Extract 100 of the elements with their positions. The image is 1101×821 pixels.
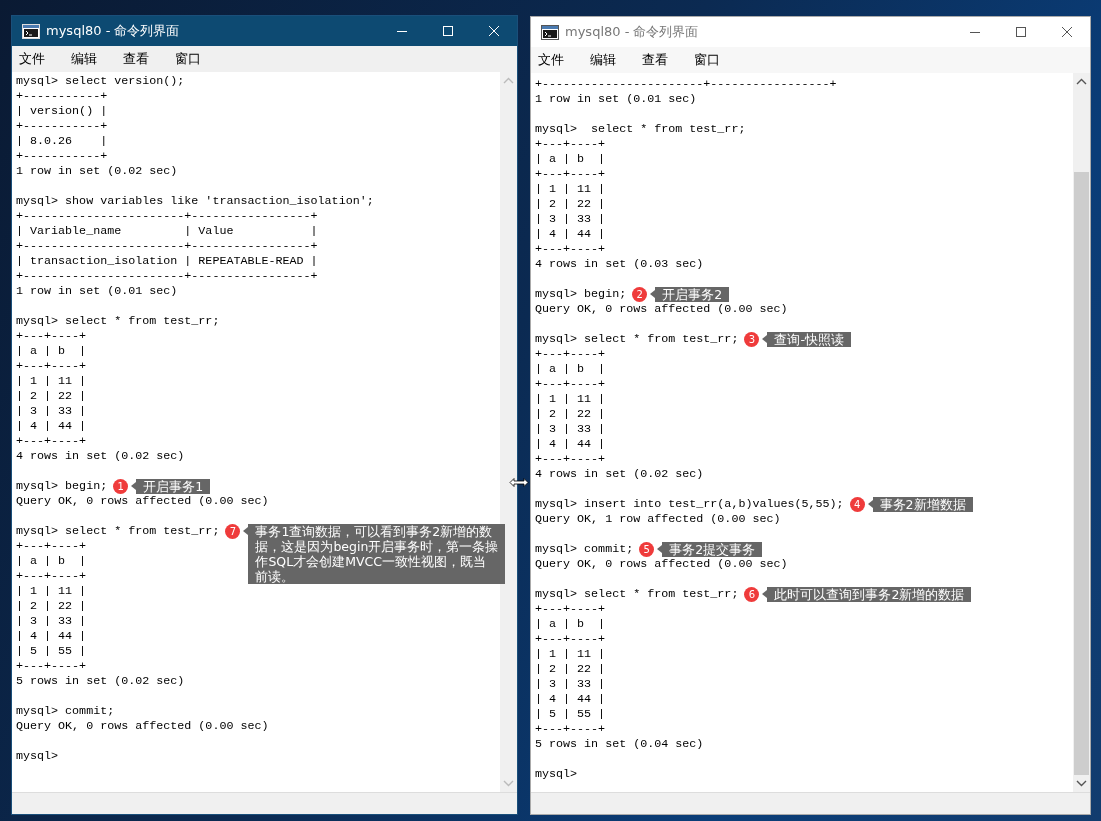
terminal-line: +-----------------------+-----------------+ (16, 269, 318, 284)
terminal-line: | 1 | 11 | (535, 182, 606, 197)
terminal-line: | 3 | 33 | (535, 212, 606, 227)
terminal-line: mysql> show variables like 'transaction_isolation'; (16, 194, 374, 209)
terminal-line: Query OK, 1 row affected (0.00 sec) (535, 512, 781, 527)
terminal-line: | a | b | (16, 344, 87, 359)
close-icon (1061, 26, 1073, 38)
step-badge: 1 (113, 479, 129, 494)
console-icon (541, 24, 559, 40)
callout-note: 查询-快照读 (762, 332, 851, 347)
terminal-line: | 4 | 44 | (16, 419, 87, 434)
chevron-down-icon (503, 780, 514, 787)
terminal-line: +---+----+ (16, 434, 87, 449)
step-badge: 2 (632, 287, 648, 302)
terminal-line: mysql> begin; (16, 479, 108, 494)
terminal-line: +---+----+ (535, 347, 606, 362)
menu-item[interactable]: 文件 (18, 50, 46, 68)
console-icon (22, 23, 40, 39)
terminal-line: +-----------+ (16, 119, 108, 134)
terminal-line: | 4 | 44 | (535, 437, 606, 452)
terminal-line: +---+----+ (535, 137, 606, 152)
terminal-line: +---+----+ (16, 569, 87, 584)
terminal-line: mysql> select version(); (16, 74, 185, 89)
terminal-line: mysql> select * from test_rr; (16, 314, 220, 329)
terminal-line: +---+----+ (16, 659, 87, 674)
close-icon (488, 25, 500, 37)
terminal-line: mysql> commit; (535, 542, 634, 557)
terminal-line: mysql> commit; (16, 704, 115, 719)
terminal-line: | 4 | 44 | (535, 227, 606, 242)
terminal-line: | 4 | 44 | (535, 692, 606, 707)
terminal-line: +---+----+ (535, 452, 606, 467)
step-badge: 6 (744, 587, 760, 602)
terminal-line: mysql> (16, 749, 59, 764)
step-badge: 7 (225, 524, 241, 539)
terminal-line: mysql> begin; (535, 287, 627, 302)
maximize-icon (442, 25, 454, 37)
terminal-line: 5 rows in set (0.02 sec) (16, 674, 185, 689)
terminal-line: | 2 | 22 | (535, 197, 606, 212)
callout-note: 事务2新增数据 (867, 497, 973, 512)
terminal-line: Query OK, 0 rows affected (0.00 sec) (535, 302, 788, 317)
maximize-icon (1015, 26, 1027, 38)
terminal-line: +---+----+ (16, 539, 87, 554)
terminal-line: +-----------------------+-----------------+ (16, 209, 318, 224)
terminal-line: | 8.0.26 | (16, 134, 108, 149)
terminal-line: | 3 | 33 | (535, 422, 606, 437)
terminal-line: | a | b | (535, 152, 606, 167)
terminal-line: | 5 | 55 | (535, 707, 606, 722)
terminal-line: | a | b | (16, 554, 87, 569)
chevron-up-icon (1076, 78, 1087, 85)
terminal-line: | 4 | 44 | (16, 629, 87, 644)
terminal-line: +---+----+ (535, 722, 606, 737)
menu-item[interactable]: 窗口 (174, 50, 202, 68)
terminal-line: | 3 | 33 | (16, 404, 87, 419)
window-title: mysql80 - 命令列界面 (46, 22, 180, 40)
terminal-line: +---+----+ (535, 242, 606, 257)
terminal-line: | a | b | (535, 617, 606, 632)
terminal-line: | a | b | (535, 362, 606, 377)
menu-item[interactable]: 编辑 (70, 50, 98, 68)
terminal-line: mysql> select * from test_rr; (535, 587, 739, 602)
terminal-line: Query OK, 0 rows affected (0.00 sec) (16, 719, 269, 734)
terminal-line: 4 rows in set (0.03 sec) (535, 257, 704, 272)
callout-note: 事务2提交事务 (657, 542, 763, 557)
step-badge: 4 (849, 497, 865, 512)
terminal-line: mysql> insert into test_rr(a,b)values(5,55); (535, 497, 844, 512)
terminal-line: mysql> (535, 767, 578, 782)
terminal-line: +-----------------------+-----------------+ (16, 239, 318, 254)
window-title: mysql80 - 命令列界面 (565, 23, 699, 41)
scrollbar[interactable] (500, 72, 517, 792)
terminal-line: | version() | (16, 104, 108, 119)
terminal-line: | Variable_name | Value | (16, 224, 318, 239)
terminal-line: +---+----+ (535, 167, 606, 182)
terminal-line: 1 row in set (0.01 sec) (16, 284, 178, 299)
menu-item[interactable]: 查看 (122, 50, 150, 68)
terminal-line: | 2 | 22 | (16, 389, 87, 404)
chevron-down-icon (1076, 780, 1087, 787)
step-badge: 5 (639, 542, 655, 557)
terminal-line: +---+----+ (535, 632, 606, 647)
terminal-line: +-----------+ (16, 89, 108, 104)
terminal-line: 4 rows in set (0.02 sec) (535, 467, 704, 482)
step-badge: 3 (744, 332, 760, 347)
terminal-line: +---+----+ (16, 359, 87, 374)
terminal-line: | 2 | 22 | (535, 407, 606, 422)
terminal-line: | transaction_isolation | REPEATABLE-READ | (16, 254, 318, 269)
terminal-line: | 1 | 11 | (16, 374, 87, 389)
terminal-line: Query OK, 0 rows affected (0.00 sec) (535, 557, 788, 572)
terminal-line: +---+----+ (535, 602, 606, 617)
terminal-line: | 3 | 33 | (16, 614, 87, 629)
terminal-line: 4 rows in set (0.02 sec) (16, 449, 185, 464)
callout-note: 开启事务1 (131, 479, 211, 494)
terminal-line: | 1 | 11 | (535, 647, 606, 662)
terminal-line: mysql> select * from test_rr; (16, 524, 220, 539)
callout-note: 此时可以查询到事务2新增的数据 (762, 587, 972, 602)
terminal-line: Query OK, 0 rows affected (0.00 sec) (16, 494, 269, 509)
terminal-line: +-----------+ (16, 149, 108, 164)
terminal-line: | 3 | 33 | (535, 677, 606, 692)
terminal-line: mysql> select * from test_rr; (535, 332, 739, 347)
callout-note: 开启事务2 (650, 287, 730, 302)
terminal-line: 1 row in set (0.01 sec) (535, 92, 697, 107)
terminal-line: | 2 | 22 | (535, 662, 606, 677)
terminal-line: mysql> select * from test_rr; (535, 122, 746, 137)
